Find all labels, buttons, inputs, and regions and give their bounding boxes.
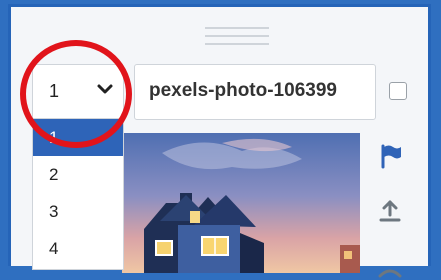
grip-line — [205, 35, 269, 37]
upload-icon[interactable] — [376, 198, 404, 226]
dropdown-option[interactable]: 1 — [33, 119, 123, 156]
page-select-value: 1 — [49, 81, 60, 101]
flag-icon[interactable] — [376, 142, 404, 170]
dropdown-option[interactable]: 4 — [33, 230, 123, 267]
chevron-down-icon — [97, 84, 113, 94]
grip-line — [205, 27, 269, 29]
grip-line — [205, 43, 269, 45]
house-photo — [122, 133, 360, 273]
photo-preview — [122, 133, 360, 273]
dropdown-option[interactable]: 2 — [33, 156, 123, 193]
more-icon[interactable] — [376, 252, 404, 280]
page-select[interactable]: 1 — [32, 64, 124, 120]
side-toolbar — [364, 132, 416, 278]
select-checkbox[interactable] — [389, 82, 407, 100]
page-select-dropdown: 1 2 3 4 — [32, 118, 124, 270]
title-field-value: pexels-photo-106399 — [149, 80, 337, 101]
title-field[interactable]: pexels-photo-106399 — [134, 64, 376, 120]
dropdown-option[interactable]: 3 — [33, 193, 123, 230]
drag-handle[interactable] — [205, 27, 269, 53]
